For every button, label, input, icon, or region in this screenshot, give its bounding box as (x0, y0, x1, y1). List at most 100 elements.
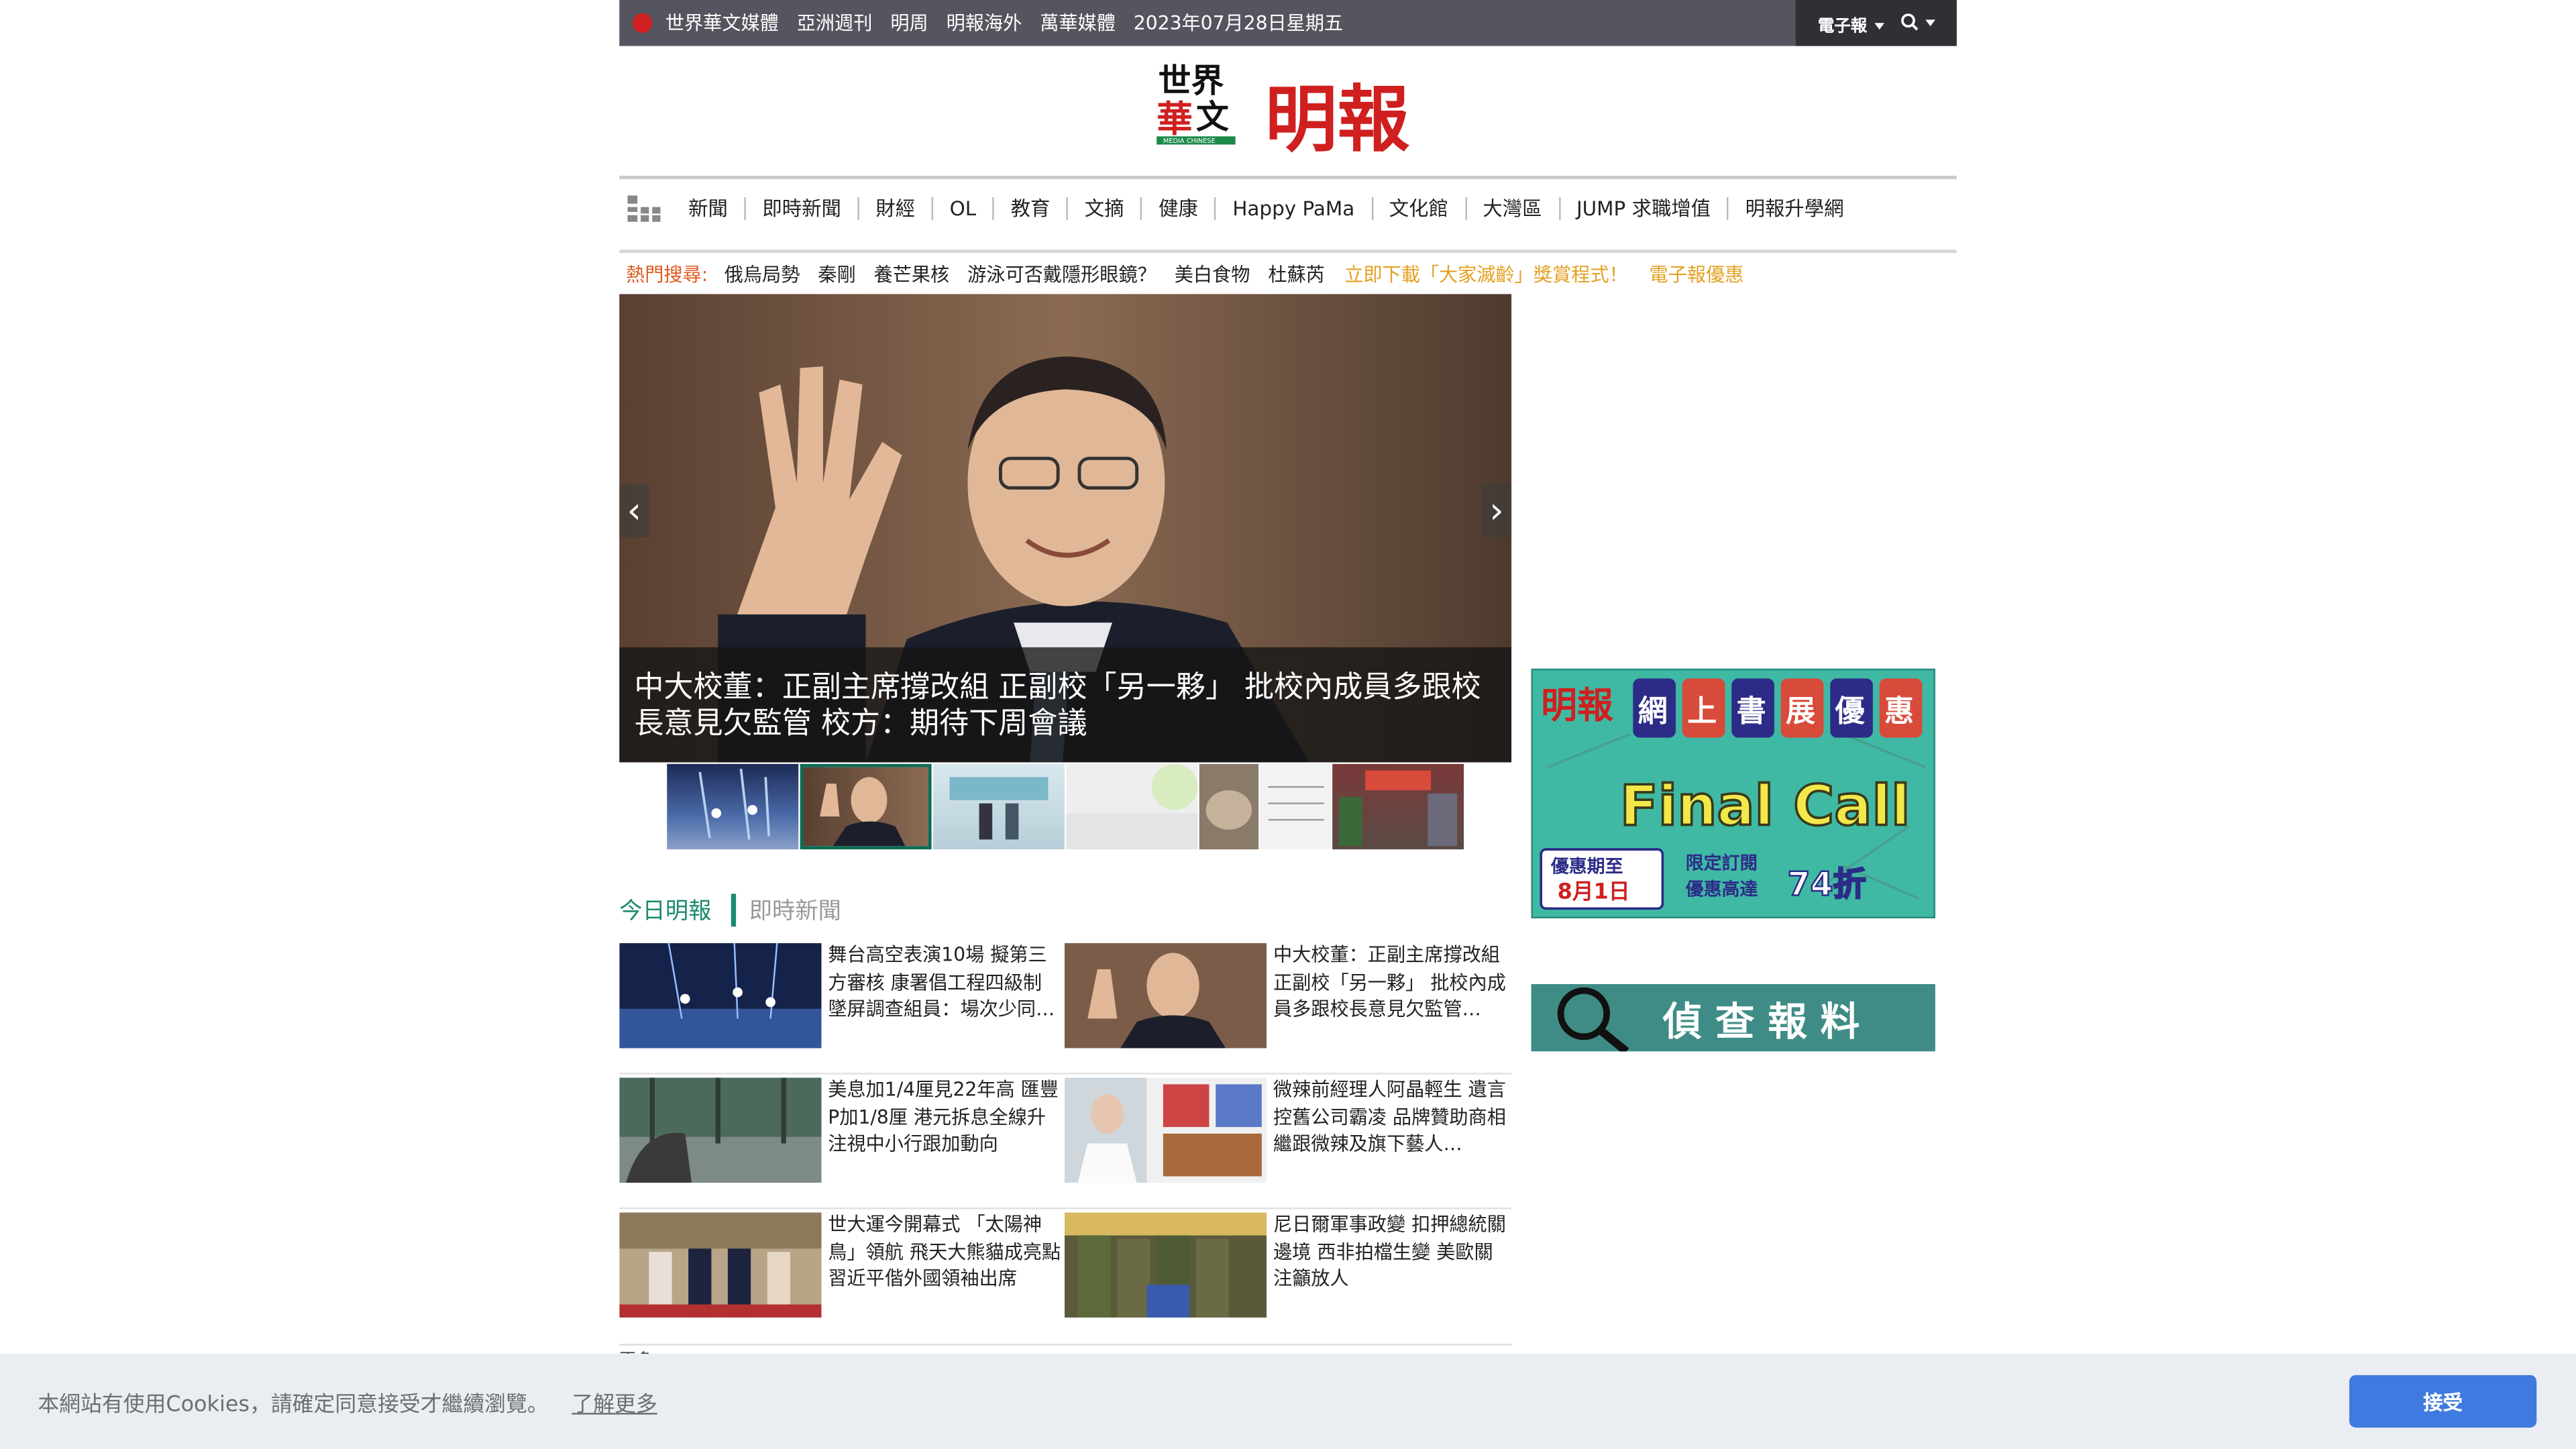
nav-item-culture[interactable]: 文化館 (1371, 197, 1465, 221)
news-item[interactable]: 舞台高空表演10場 擬第三方審核 康署倡工程四級制 墜屏調查組員：場次少同… (619, 940, 1065, 1052)
news-row: 美息加1/4厘見22年高 匯豐P加1/8厘 港元拆息全線升 注視中小行跟加動向 … (619, 1075, 1512, 1210)
news-headline[interactable]: 中大校董：正副主席撐改組 正副校「另一夥」 批校內成員多跟校長意見欠監管… (1273, 941, 1507, 1023)
slider-thumbnails (667, 763, 1465, 850)
news-headline[interactable]: 微辣前經理人阿晶輕生 遺言控舊公司霸凌 品牌贊助商相繼跟微辣及旗下藝人… (1273, 1076, 1507, 1158)
promo-link-epaper[interactable]: 電子報優惠 (1649, 261, 1743, 287)
hot-keyword[interactable]: 美白食物 (1175, 261, 1250, 287)
news-thumbnail[interactable] (1064, 1077, 1267, 1183)
nav-divider (619, 250, 1957, 254)
cookie-accept-button[interactable]: 接受 (2349, 1375, 2537, 1428)
slider-thumb[interactable] (800, 763, 932, 850)
headline-slider[interactable]: 中大校董：正副主席撐改組 正副校「另一夥」 批校內成員多跟校長意見欠監管 校方：… (619, 294, 1512, 763)
hot-keyword[interactable]: 游泳可否戴隱形眼鏡？ (967, 261, 1157, 287)
slider-prev-button[interactable]: ‹ (619, 484, 649, 537)
promo-link-app[interactable]: 立即下載「大家滅齡」獎賞程式！ (1344, 261, 1627, 287)
epaper-dropdown[interactable]: 電子報 (1818, 11, 1884, 36)
top-bar: 世界華文媒體 亞洲週刊 明周 明報海外 萬華媒體 2023年07月28日星期五 … (619, 0, 1957, 46)
more-divider (619, 1344, 1512, 1346)
svg-text:世界: 世界 (1159, 61, 1224, 100)
news-item[interactable]: 世大運今開幕式 「太陽神鳥」領航 飛天大熊貓成亮點 習近平偕外國領袖出席 (619, 1209, 1065, 1321)
top-link[interactable]: 明周 (890, 10, 928, 36)
top-link[interactable]: 明報海外 (947, 10, 1022, 36)
news-headline[interactable]: 尼日爾軍事政變 扣押總統關邊境 西非拍檔生變 美歐關注籲放人 (1273, 1211, 1507, 1293)
news-headline[interactable]: 世大運今開幕式 「太陽神鳥」領航 飛天大熊貓成亮點 習近平偕外國領袖出席 (828, 1211, 1061, 1293)
cookie-learn-more-link[interactable]: 了解更多 (572, 1393, 657, 1418)
nav-item-education[interactable]: 教育 (992, 197, 1067, 221)
news-thumbnail[interactable] (619, 1077, 822, 1183)
chevron-down-icon (1874, 22, 1884, 29)
tab-divider (731, 894, 737, 927)
nav-item-edu-site[interactable]: 明報升學網 (1727, 197, 1860, 221)
nav-item-jump[interactable]: JUMP 求職增值 (1558, 197, 1727, 221)
main-nav: 新聞 即時新聞 財經 OL 教育 文摘 健康 Happy PaMa 文化館 大灣… (619, 177, 1957, 254)
news-item[interactable]: 尼日爾軍事政變 扣押總統關邊境 西非拍檔生變 美歐關注籲放人 (1064, 1209, 1510, 1321)
bookfair-ad-banner[interactable]: 明報 網 上 書 展 優 惠 Final Call 優惠期至 8月1日 限定訂閱… (1531, 668, 1935, 918)
news-row: 世大運今開幕式 「太陽神鳥」領航 飛天大熊貓成亮點 習近平偕外國領袖出席 尼日爾… (619, 1209, 1511, 1344)
media-chinese-icon (632, 13, 653, 33)
nav-item-digest[interactable]: 文摘 (1066, 197, 1140, 221)
svg-text:文: 文 (1196, 97, 1229, 136)
top-bar-tools: 電子報 (1795, 0, 1957, 46)
hot-search-bar: 熱門搜尋: 俄烏局勢 秦剛 養芒果核 游泳可否戴隱形眼鏡？ 美白食物 杜蘇芮 立… (619, 256, 1956, 292)
news-row: 舞台高空表演10場 擬第三方審核 康署倡工程四級制 墜屏調查組員：場次少同… 中… (619, 940, 1512, 1075)
news-thumbnail[interactable] (619, 943, 822, 1049)
svg-text:限定訂閱: 限定訂閱 (1686, 853, 1758, 874)
mingpao-logo[interactable]: 世界 華 文 MEDIA CHINESE 明報 (1157, 59, 1419, 168)
svg-text:優惠期至: 優惠期至 (1550, 856, 1623, 877)
hot-keyword[interactable]: 秦剛 (818, 261, 855, 287)
slider-caption[interactable]: 中大校董：正副主席撐改組 正副校「另一夥」 批校內成員多跟校長意見欠監管 校方：… (619, 647, 1512, 763)
hot-search-label: 熱門搜尋: (626, 262, 708, 286)
hot-keyword[interactable]: 俄烏局勢 (724, 261, 800, 287)
tab-live-news[interactable]: 即時新聞 (736, 894, 841, 926)
news-headline[interactable]: 美息加1/4厘見22年高 匯豐P加1/8厘 港元拆息全線升 注視中小行跟加動向 (828, 1076, 1061, 1158)
news-thumbnail[interactable] (619, 1212, 822, 1318)
svg-text:優: 優 (1835, 694, 1866, 729)
svg-text:明報: 明報 (1265, 78, 1410, 162)
cookie-message: 本網站有使用Cookies，請確定同意接受才繼續瀏覽。 (38, 1393, 549, 1418)
svg-text:明報: 明報 (1541, 684, 1613, 727)
slider-thumb[interactable] (933, 763, 1065, 850)
masthead: 世界 華 文 MEDIA CHINESE 明報 (619, 46, 1957, 179)
menu-grid-icon[interactable] (626, 194, 665, 223)
nav-item-health[interactable]: 健康 (1140, 197, 1214, 221)
news-thumbnail[interactable] (1064, 1212, 1267, 1318)
nav-item-news[interactable]: 新聞 (672, 197, 745, 220)
slider-thumb[interactable] (1332, 763, 1464, 850)
report-tip-banner[interactable]: 偵查報料 (1531, 983, 1935, 1052)
news-thumbnail[interactable] (1064, 943, 1267, 1049)
news-item[interactable]: 美息加1/4厘見22年高 匯豐P加1/8厘 港元拆息全線升 注視中小行跟加動向 (619, 1075, 1065, 1187)
svg-text:網: 網 (1638, 694, 1668, 729)
top-bar-links: 世界華文媒體 亞洲週刊 明周 明報海外 萬華媒體 2023年07月28日星期五 (632, 0, 1344, 46)
svg-text:展: 展 (1786, 694, 1815, 729)
nav-item-happypama[interactable]: Happy PaMa (1214, 197, 1371, 221)
nav-item-live-news[interactable]: 即時新聞 (744, 197, 857, 221)
svg-text:Final Call: Final Call (1620, 773, 1911, 838)
slider-next-button[interactable]: › (1481, 484, 1512, 537)
section-tabs: 今日明報 即時新聞 (619, 890, 841, 930)
hot-keyword[interactable]: 杜蘇芮 (1268, 261, 1324, 287)
top-date: 2023年07月28日星期五 (1133, 11, 1344, 35)
report-tip-text: 偵查報料 (1662, 998, 1872, 1044)
nav-item-gba[interactable]: 大灣區 (1464, 197, 1558, 221)
news-headline[interactable]: 舞台高空表演10場 擬第三方審核 康署倡工程四級制 墜屏調查組員：場次少同… (828, 941, 1061, 1023)
hot-keyword[interactable]: 養芒果核 (874, 261, 950, 287)
slider-thumb[interactable] (1066, 763, 1198, 850)
svg-text:上: 上 (1687, 694, 1717, 729)
svg-text:74折: 74折 (1788, 865, 1866, 904)
news-item[interactable]: 微辣前經理人阿晶輕生 遺言控舊公司霸凌 品牌贊助商相繼跟微辣及旗下藝人… (1064, 1075, 1510, 1187)
top-link[interactable]: 萬華媒體 (1040, 10, 1116, 36)
top-link[interactable]: 世界華文媒體 (665, 10, 779, 36)
svg-text:書: 書 (1737, 694, 1766, 729)
cookie-banner: 本網站有使用Cookies，請確定同意接受才繼續瀏覽。 了解更多 接受 (0, 1353, 2576, 1449)
svg-text:惠: 惠 (1884, 694, 1914, 729)
slider-thumb[interactable] (1199, 763, 1331, 850)
tab-today-mingpao[interactable]: 今日明報 (619, 894, 731, 926)
news-item[interactable]: 中大校董：正副主席撐改組 正副校「另一夥」 批校內成員多跟校長意見欠監管… (1064, 940, 1510, 1052)
chevron-down-icon (1925, 19, 1935, 26)
svg-text:MEDIA CHINESE: MEDIA CHINESE (1163, 138, 1216, 145)
nav-item-ol[interactable]: OL (931, 197, 993, 221)
top-link[interactable]: 亞洲週刊 (797, 10, 873, 36)
slider-thumb[interactable] (667, 763, 799, 850)
nav-item-finance[interactable]: 財經 (857, 197, 931, 221)
search-dropdown[interactable] (1900, 13, 1935, 32)
